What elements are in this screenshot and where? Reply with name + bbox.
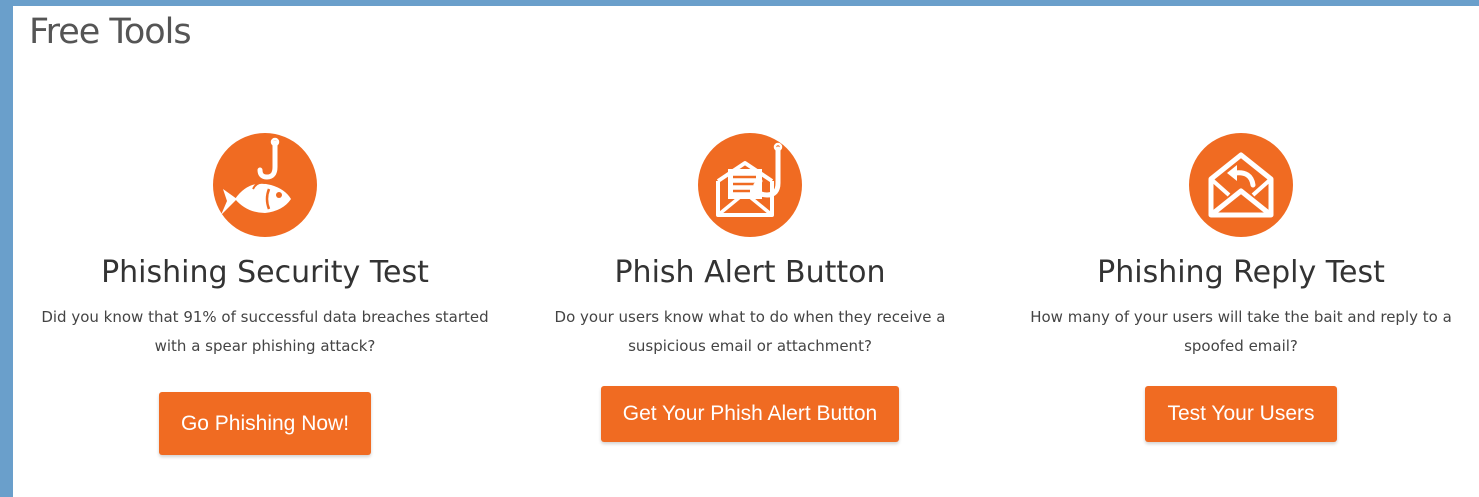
tool-card-phishing-reply-test: Phishing Reply Test How many of your use… bbox=[1001, 133, 1479, 442]
tool-card-phish-alert-button: Phish Alert Button Do your users know wh… bbox=[510, 133, 990, 442]
card-title: Phishing Reply Test bbox=[1097, 255, 1385, 290]
get-phish-alert-button[interactable]: Get Your Phish Alert Button bbox=[600, 386, 900, 442]
card-title: Phishing Security Test bbox=[101, 255, 429, 290]
section-title: Free Tools bbox=[29, 12, 192, 52]
card-description: How many of your users will take the bai… bbox=[1030, 308, 1452, 355]
reply-envelope-icon bbox=[1189, 133, 1293, 237]
card-description: Do your users know what to do when they … bbox=[554, 308, 946, 355]
free-tools-panel: Free Tools Phishing Security Test Did yo… bbox=[13, 6, 1479, 497]
go-phishing-now-button[interactable]: Go Phishing Now! bbox=[158, 392, 372, 455]
email-hook-icon bbox=[698, 133, 802, 237]
card-description: Did you know that 91% of successful data… bbox=[41, 308, 489, 355]
card-title: Phish Alert Button bbox=[614, 255, 886, 290]
test-your-users-button[interactable]: Test Your Users bbox=[1145, 386, 1337, 442]
tool-card-phishing-security-test: Phishing Security Test Did you know that… bbox=[25, 133, 505, 455]
fish-hook-icon bbox=[213, 133, 317, 237]
